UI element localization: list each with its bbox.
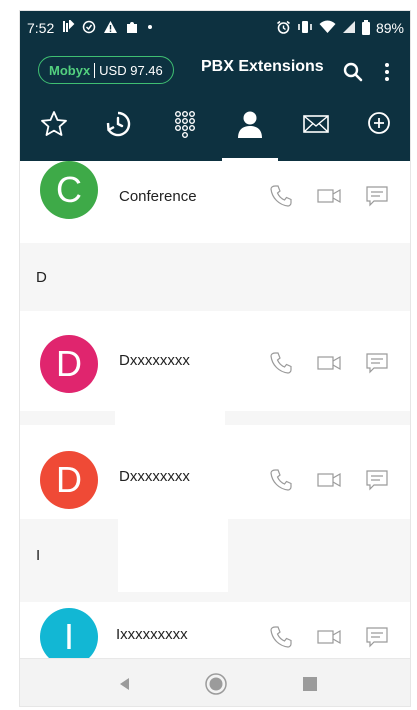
system-nav-bar [20, 658, 410, 706]
status-right: 89% [276, 19, 404, 37]
recents-icon [303, 677, 317, 691]
status-bar: 7:52 89% [20, 11, 410, 45]
chat-icon [366, 353, 388, 374]
list-divider [20, 592, 410, 602]
chat-icon [366, 186, 388, 207]
avatar-initial: D [56, 459, 82, 500]
section-highlight [118, 519, 228, 592]
check-circle-icon [82, 20, 96, 36]
balance-amount: USD 97.46 [99, 62, 163, 78]
message-button[interactable] [364, 183, 390, 209]
call-button[interactable] [268, 350, 294, 376]
list-item[interactable]: D Dxxxxxxxx [20, 425, 410, 519]
search-icon [343, 62, 363, 82]
video-call-button[interactable] [316, 350, 342, 376]
more-options-button[interactable] [377, 61, 397, 83]
back-button[interactable] [113, 672, 137, 696]
phone-icon [270, 185, 292, 207]
list-item[interactable]: D Dxxxxxxxx [20, 311, 410, 411]
app-bar: Mobyx USD 97.46 PBX Extensions [20, 51, 410, 91]
dot-icon [146, 20, 154, 36]
recents-button[interactable] [298, 672, 322, 696]
contacts-icon [238, 111, 262, 138]
avatar: D [40, 451, 98, 509]
phone-icon [270, 352, 292, 374]
tab-favorites[interactable] [26, 107, 82, 161]
video-icon [317, 472, 341, 488]
home-icon [205, 673, 227, 695]
page-title: PBX Extensions [201, 58, 324, 75]
more-dot-icon [385, 70, 389, 74]
notification-icon [61, 18, 75, 36]
contact-name: Conference [119, 188, 197, 205]
section-letter: I [36, 547, 41, 564]
more-dot-icon [385, 77, 389, 81]
status-left: 7:52 [27, 18, 154, 36]
tab-bar [20, 107, 410, 161]
home-button[interactable] [204, 672, 228, 696]
message-button[interactable] [364, 350, 390, 376]
tab-messages[interactable] [288, 107, 344, 161]
mail-icon [303, 115, 329, 133]
add-icon [368, 112, 390, 134]
video-icon [317, 188, 341, 204]
history-icon [106, 111, 131, 137]
video-call-button[interactable] [316, 183, 342, 209]
phone-icon [270, 626, 292, 648]
wifi-icon [319, 20, 336, 36]
video-call-button[interactable] [316, 467, 342, 493]
section-header-d: D [20, 243, 410, 311]
alarm-icon [276, 20, 291, 37]
tab-contacts[interactable] [222, 107, 278, 161]
video-call-button[interactable] [316, 624, 342, 650]
tab-history[interactable] [90, 107, 146, 161]
call-button[interactable] [268, 624, 294, 650]
vibrate-icon [297, 20, 313, 36]
avatar: C [40, 161, 98, 219]
avatar-initial: I [63, 616, 74, 657]
list-item[interactable]: I Ixxxxxxxxx [20, 602, 410, 658]
section-letter: D [36, 268, 47, 286]
list-item[interactable]: C Conference [20, 161, 410, 243]
phone-screen: 7:52 89% Mobyx USD 97.46 PBX Extensions … [19, 10, 411, 707]
status-time: 7:52 [27, 20, 55, 36]
tab-add[interactable] [351, 107, 407, 161]
avatar: I [40, 608, 98, 658]
balance-badge[interactable]: Mobyx USD 97.46 [38, 56, 174, 84]
battery-percent: 89% [375, 20, 404, 36]
contact-name: Ixxxxxxxxx [116, 626, 188, 643]
tab-dialpad[interactable] [157, 107, 213, 161]
provider-name: Mobyx [49, 62, 91, 78]
avatar: D [40, 335, 98, 393]
message-button[interactable] [364, 467, 390, 493]
balance-divider [94, 62, 96, 78]
puzzle-icon [125, 20, 139, 36]
search-button[interactable] [342, 61, 364, 83]
warning-icon [103, 20, 118, 36]
call-button[interactable] [268, 183, 294, 209]
avatar-initial: C [56, 169, 82, 210]
more-dot-icon [385, 63, 389, 67]
app-header: 7:52 89% Mobyx USD 97.46 PBX Extensions [20, 11, 410, 161]
contact-name: Dxxxxxxxx [119, 352, 190, 369]
star-icon [41, 111, 67, 136]
video-icon [317, 629, 341, 645]
contacts-list: C Conference D D Dxxxxxxxx D Dxxxxxxxx I… [20, 161, 410, 658]
dialpad-icon [174, 111, 196, 139]
avatar-initial: D [56, 343, 82, 384]
contact-name: Dxxxxxxxx [119, 468, 190, 485]
chat-icon [366, 627, 388, 648]
video-icon [317, 355, 341, 371]
call-button[interactable] [268, 467, 294, 493]
back-icon [120, 678, 129, 690]
list-divider-highlight [115, 411, 225, 425]
message-button[interactable] [364, 624, 390, 650]
phone-icon [270, 469, 292, 491]
chat-icon [366, 470, 388, 491]
signal-icon [342, 20, 356, 36]
battery-icon [361, 19, 370, 35]
